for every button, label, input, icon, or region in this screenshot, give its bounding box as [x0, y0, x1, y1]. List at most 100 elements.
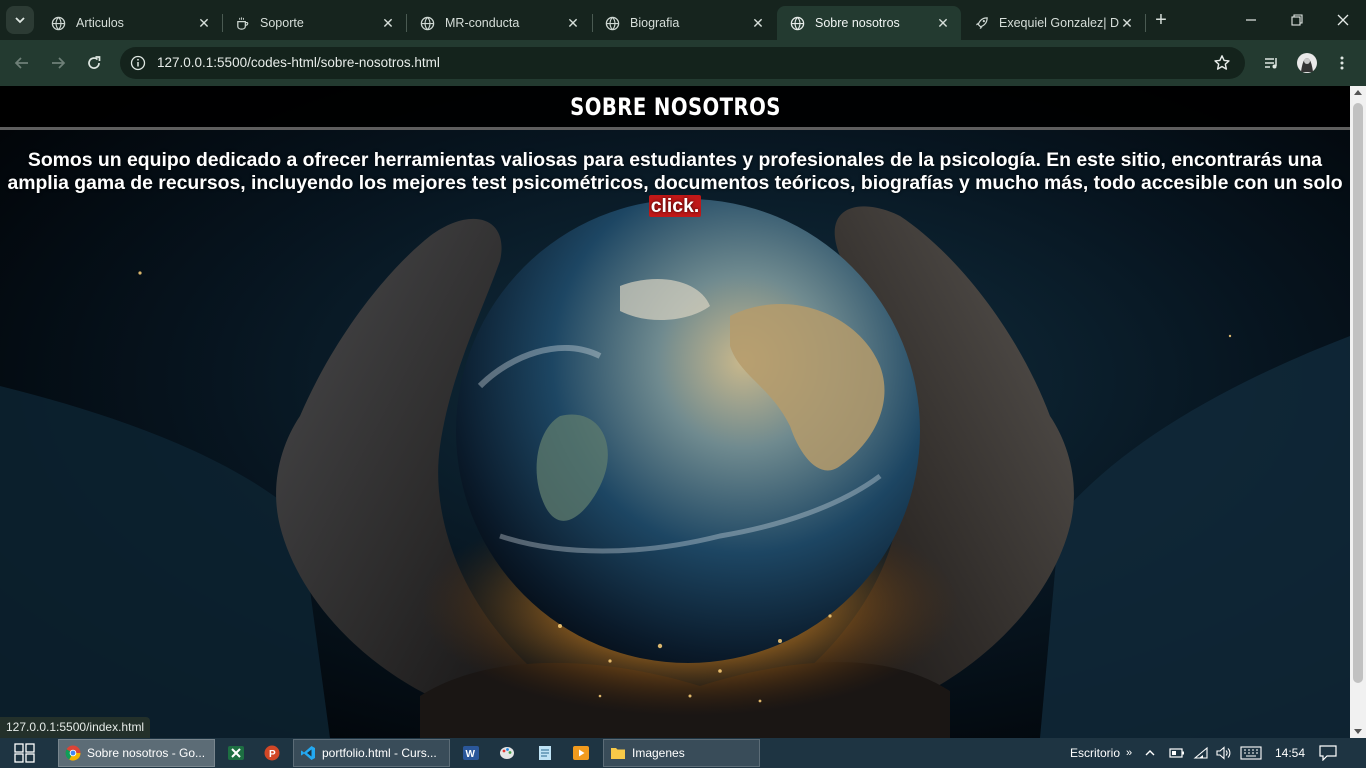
tab-title: Sobre nosotros [815, 16, 900, 30]
notepad-icon [539, 746, 551, 760]
bookmark-star-icon[interactable] [1213, 54, 1231, 72]
svg-text:P: P [269, 749, 276, 760]
task-view-button[interactable] [14, 738, 36, 768]
tab-title: Soporte [260, 16, 304, 30]
notification-icon [1319, 745, 1337, 761]
taskbar-paint[interactable] [499, 738, 515, 768]
tab-title: MR-conducta [445, 16, 520, 30]
scroll-down-arrow-icon[interactable] [1354, 729, 1362, 734]
vscode-icon [301, 746, 315, 760]
globe-icon [419, 15, 435, 31]
reload-icon [88, 56, 101, 69]
globe-icon [789, 15, 805, 31]
page-header: SOBRE NOSOTROS [0, 86, 1350, 130]
powerpoint-icon: P [264, 745, 280, 761]
keyboard-tray[interactable] [1240, 738, 1262, 768]
battery-tray[interactable] [1169, 738, 1185, 768]
arrow-left-icon [14, 57, 28, 69]
chevron-double-right-icon[interactable]: » [1126, 738, 1132, 768]
tab-sobre-nosotros[interactable]: Sobre nosotros ✕ [777, 6, 961, 40]
taskbar-media-player[interactable] [573, 738, 589, 768]
kebab-menu-icon [1340, 56, 1344, 70]
tab-mr-conducta[interactable]: MR-conducta ✕ [407, 6, 591, 40]
chrome-icon [65, 745, 81, 761]
chevron-up-icon [1145, 750, 1155, 756]
paint-icon [500, 747, 514, 759]
tab-exequiel-gonzalez[interactable]: Exequiel Gonzalez| De ✕ [961, 6, 1145, 40]
taskbar-window-explorer[interactable]: Imagenes [603, 739, 760, 767]
restore-icon [1291, 14, 1303, 26]
taskbar-excel[interactable] [228, 738, 244, 768]
taskbar-window-title: portfolio.html - Curs... [322, 746, 437, 760]
folder-icon [611, 748, 625, 759]
close-icon [1337, 14, 1349, 26]
coffee-icon [234, 15, 250, 31]
close-icon[interactable]: ✕ [196, 15, 212, 31]
browser-menu-button[interactable] [1330, 51, 1354, 75]
intro-paragraph: Somos un equipo dedicado a ofrecer herra… [4, 149, 1346, 218]
forward-button[interactable] [46, 51, 70, 75]
tab-articulos[interactable]: Articulos ✕ [38, 6, 222, 40]
wifi-tray[interactable] [1193, 738, 1209, 768]
windows-taskbar: Sobre nosotros - Go... P portfolio.html … [0, 738, 1366, 768]
close-icon[interactable]: ✕ [1119, 15, 1135, 31]
globe-icon [50, 15, 66, 31]
new-tab-button[interactable]: + [1150, 9, 1172, 31]
excel-icon [228, 746, 244, 760]
battery-icon [1169, 748, 1184, 758]
tab-title: Exequiel Gonzalez| De [999, 16, 1119, 30]
volume-icon [1216, 746, 1231, 760]
minimize-icon [1246, 19, 1256, 21]
taskbar-notepad[interactable] [537, 738, 553, 768]
globe-icon [604, 15, 620, 31]
click-highlight: click. [648, 195, 702, 217]
playlist-icon [1265, 58, 1277, 69]
link-status-bar: 127.0.0.1:5500/index.html [0, 717, 151, 738]
word-icon: W [463, 746, 479, 760]
tab-biografia[interactable]: Biografia ✕ [592, 6, 776, 40]
reload-button[interactable] [82, 51, 106, 75]
browser-tab-strip: Articulos ✕ Soporte ✕ MR-conducta ✕ Biog… [0, 0, 1366, 40]
chevron-down-icon [15, 17, 25, 24]
address-bar[interactable]: 127.0.0.1:5500/codes-html/sobre-nosotros… [120, 47, 1245, 79]
media-player-icon [573, 746, 589, 760]
tab-title: Biografia [630, 16, 680, 30]
scroll-up-arrow-icon[interactable] [1354, 90, 1362, 95]
taskbar-window-title: Sobre nosotros - Go... [87, 746, 206, 760]
scrollbar-thumb[interactable] [1353, 103, 1363, 683]
media-control-button[interactable] [1260, 51, 1284, 75]
url-text[interactable]: 127.0.0.1:5500/codes-html/sobre-nosotros… [157, 55, 440, 70]
taskbar-window-vscode[interactable]: portfolio.html - Curs... [293, 739, 450, 767]
notifications-button[interactable] [1319, 738, 1337, 768]
svg-text:W: W [466, 749, 476, 760]
profile-avatar[interactable] [1295, 51, 1319, 75]
browser-toolbar: 127.0.0.1:5500/codes-html/sobre-nosotros… [0, 40, 1366, 86]
taskbar-window-chrome[interactable]: Sobre nosotros - Go... [58, 739, 215, 767]
volume-tray[interactable] [1216, 738, 1232, 768]
desktop-toolbar-label[interactable]: Escritorio [1070, 738, 1120, 768]
taskbar-word[interactable]: W [463, 738, 479, 768]
tab-soporte[interactable]: Soporte ✕ [222, 6, 406, 40]
back-button[interactable] [10, 51, 34, 75]
close-icon[interactable]: ✕ [750, 15, 766, 31]
close-icon[interactable]: ✕ [935, 15, 951, 31]
tab-search-button[interactable] [6, 6, 34, 34]
page-viewport: SOBRE NOSOTROS Somos un equipo dedicado … [0, 86, 1350, 738]
tray-overflow-button[interactable] [1144, 738, 1156, 768]
rocket-icon [973, 15, 989, 31]
close-icon[interactable]: ✕ [380, 15, 396, 31]
site-info-icon[interactable] [130, 55, 146, 71]
page-title: SOBRE NOSOTROS [569, 92, 781, 121]
clock-time[interactable]: 14:54 [1275, 738, 1305, 768]
taskbar-powerpoint[interactable]: P [264, 738, 280, 768]
page-scrollbar[interactable] [1350, 86, 1366, 738]
avatar-icon [1297, 53, 1317, 73]
minimize-button[interactable] [1228, 0, 1274, 40]
tab-separator [1145, 14, 1146, 32]
window-close-button[interactable] [1320, 0, 1366, 40]
taskbar-window-title: Imagenes [632, 746, 685, 760]
intro-text: Somos un equipo dedicado a ofrecer herra… [7, 149, 1343, 194]
close-icon[interactable]: ✕ [565, 15, 581, 31]
restore-button[interactable] [1274, 0, 1320, 40]
task-view-icon [14, 743, 35, 763]
